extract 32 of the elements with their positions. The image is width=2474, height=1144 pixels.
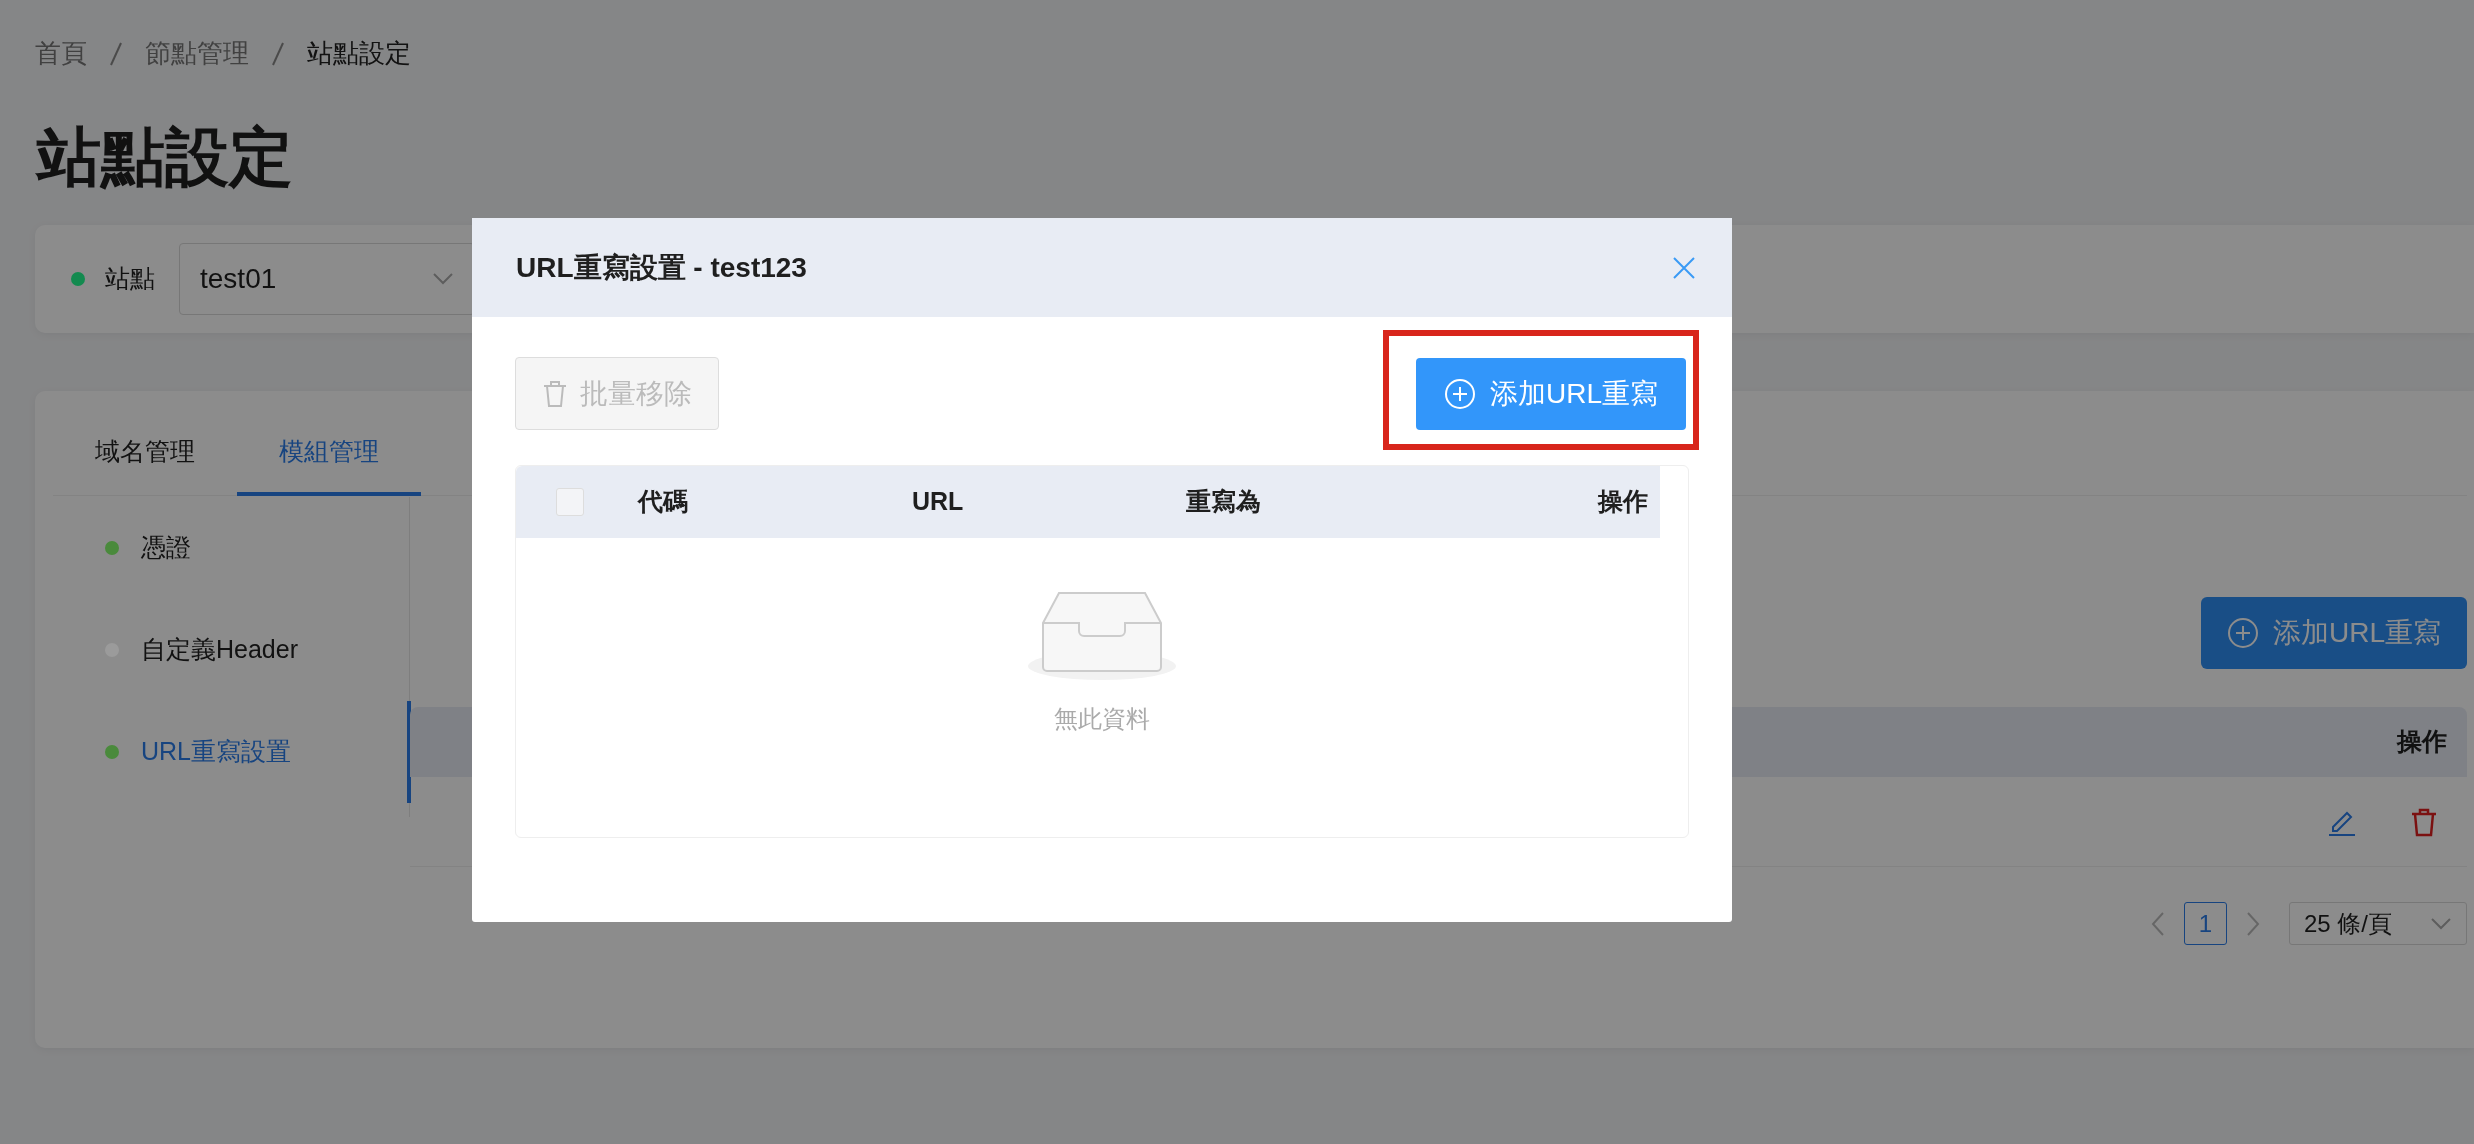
modal-title: URL重寫設置 - test123 — [516, 250, 807, 285]
chevron-down-icon — [432, 272, 454, 286]
separator-icon — [271, 40, 285, 67]
add-url-rewrite-button[interactable]: 添加URL重寫 — [1416, 357, 1686, 430]
tab[interactable]: 域名管理 — [53, 432, 237, 496]
site-label: 站點 — [105, 263, 155, 295]
plus-circle-icon — [2227, 617, 2259, 649]
select-all-checkbox[interactable] — [556, 488, 584, 516]
close-icon — [1672, 255, 1696, 280]
module-link[interactable]: 自定義Header — [141, 631, 298, 669]
tab[interactable]: 模組管理 — [237, 432, 421, 496]
column-header: 代碼 — [638, 487, 688, 516]
page-number[interactable]: 1 — [2184, 902, 2227, 945]
module-link[interactable]: URL重寫設置 — [141, 733, 291, 771]
plus-circle-icon — [1444, 377, 1476, 410]
module-link[interactable]: 憑證 — [141, 529, 191, 567]
column-header: 重寫為 — [1186, 487, 1261, 516]
trash-icon — [542, 378, 568, 409]
column-header: 操作 — [2397, 726, 2447, 758]
separator-icon — [109, 40, 123, 67]
page-title: 站點設定 — [37, 125, 294, 189]
chevron-right-icon[interactable] — [2245, 910, 2261, 937]
add-url-rewrite-button[interactable]: 添加URL重寫 — [2201, 597, 2467, 669]
breadcrumb-link[interactable]: 節點管理 — [145, 34, 249, 73]
trash-icon[interactable] — [2409, 806, 2439, 837]
column-header: 操作 — [1598, 487, 1648, 516]
empty-message: 無此資料 — [1054, 704, 1150, 734]
chevron-left-icon[interactable] — [2150, 910, 2166, 937]
column-header: URL — [912, 487, 964, 516]
chevron-down-icon — [2430, 916, 2452, 931]
breadcrumb-link[interactable]: 首頁 — [35, 34, 87, 73]
page-size-select[interactable]: 25 條/頁 — [2289, 902, 2467, 945]
